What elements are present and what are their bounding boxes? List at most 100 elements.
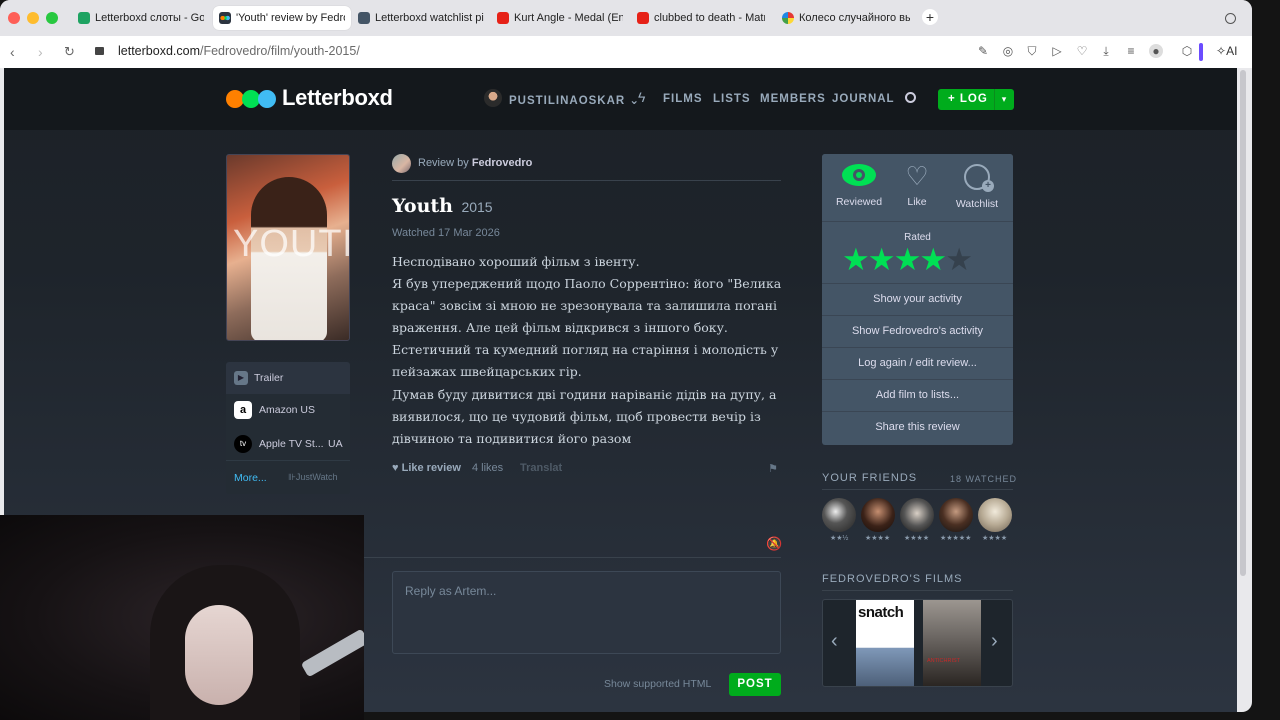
search-icon[interactable] (905, 92, 916, 103)
minimize-window-button[interactable] (27, 12, 39, 24)
amazon-icon: a (234, 401, 252, 419)
add-to-lists[interactable]: Add film to lists... (822, 379, 1013, 410)
address-bar: ‹ › ↻ letterboxd.com/Fedrovedro/film/you… (0, 36, 1252, 68)
heart-icon: ♡ (905, 161, 929, 191)
show-html-link[interactable]: Show supported HTML (604, 678, 711, 690)
film-poster-antichrist[interactable]: ANTICHRIST (923, 600, 981, 686)
review-actions: ♥ Like review 4 likes Translat ⚑ (392, 462, 781, 478)
forward-icon[interactable]: › (38, 44, 43, 60)
edit-icon[interactable]: ✎ (976, 44, 990, 58)
tab-clubbed-to-death[interactable]: clubbed to death - Matri (631, 6, 771, 30)
film-title[interactable]: Youth (392, 195, 453, 217)
new-tab-icon[interactable]: + (922, 9, 938, 25)
friend-avatar[interactable] (822, 498, 856, 532)
watchlist-action[interactable]: + Watchlist (946, 164, 1008, 210)
nav-lists[interactable]: LISTS (713, 93, 751, 105)
carousel-prev-icon[interactable]: ‹ (831, 630, 838, 653)
camera-icon[interactable]: ◎ (1001, 44, 1015, 58)
friend-avatar[interactable] (939, 498, 973, 532)
report-flag-icon[interactable]: ⚑ (768, 462, 778, 475)
rating-star[interactable]: ★ (894, 242, 922, 277)
show-your-activity[interactable]: Show your activity (822, 283, 1013, 314)
rating-stars[interactable]: ★★★★★ (842, 242, 973, 277)
film-poster-snatch[interactable]: snatch (856, 600, 914, 686)
justwatch-label: ⊪JustWatch (288, 472, 338, 482)
rating-block: Rated ★★★★★ (822, 221, 1013, 283)
url-field[interactable]: letterboxd.com/Fedrovedro/film/youth-201… (118, 44, 360, 58)
review-body: Несподівано хороший фільм з івенту. Я бу… (392, 251, 787, 450)
poster-title: YOUTH (233, 223, 349, 265)
log-button[interactable]: + LOG ▾ (938, 89, 1014, 110)
play-icon[interactable]: ▷ (1050, 44, 1064, 58)
rating-star[interactable]: ★ (868, 242, 896, 277)
friend-avatar[interactable] (900, 498, 934, 532)
close-window-button[interactable] (8, 12, 20, 24)
author-avatar[interactable] (392, 154, 411, 173)
mute-comments-icon[interactable]: 🔕 (766, 536, 782, 552)
reviewed-action[interactable]: Reviewed (830, 164, 888, 208)
review-paragraph: Думав буду дивитися дві години наріваніє… (392, 386, 777, 446)
back-icon[interactable]: ‹ (10, 44, 15, 60)
appletv-link[interactable]: tv Apple TV St... UA (226, 428, 350, 460)
friend-avatar[interactable] (978, 498, 1012, 532)
heart-icon[interactable]: ♡ (1075, 44, 1089, 58)
nav-journal[interactable]: JOURNAL (832, 93, 895, 105)
rating-star[interactable]: ★ (945, 242, 973, 277)
post-button[interactable]: POST (729, 673, 781, 696)
streamer-face (185, 605, 253, 705)
tab-letterboxd-slots[interactable]: Letterboxd слоты - Goog (72, 6, 210, 30)
reply-textarea[interactable]: Reply as Artem... (392, 571, 781, 654)
zoom-window-button[interactable] (46, 12, 58, 24)
youtube-icon (637, 12, 649, 24)
nav-members[interactable]: MEMBERS (760, 93, 826, 105)
user-menu[interactable]: PUSTILINAOSKAR ⌄ (509, 93, 640, 107)
film-poster[interactable]: YOUTH (226, 154, 350, 341)
profile-icon[interactable]: ● (1149, 44, 1163, 58)
friends-heading[interactable]: YOUR FRIENDS (822, 472, 917, 484)
friend-avatar[interactable] (861, 498, 895, 532)
page-scrollbar[interactable] (1240, 70, 1246, 576)
logo-text[interactable]: Letterboxd (282, 85, 393, 111)
letterboxd-icon (219, 12, 231, 24)
more-link[interactable]: More... (234, 472, 267, 484)
like-review-button[interactable]: ♥ Like review (392, 462, 461, 474)
log-dropdown-icon[interactable]: ▾ (994, 89, 1014, 110)
tab-youth-review[interactable]: 'Youth' review by Fedrov (213, 6, 351, 30)
like-action[interactable]: ♡ Like (892, 161, 942, 208)
translate-link[interactable]: Translat (520, 462, 562, 474)
tab-random-wheel[interactable]: Колесо случайного вы (776, 6, 916, 30)
nav-films[interactable]: FILMS (663, 93, 703, 105)
log-again-edit[interactable]: Log again / edit review... (822, 347, 1013, 378)
show-author-activity[interactable]: Show Fedrovedro's activity (822, 315, 1013, 346)
share-review[interactable]: Share this review (822, 411, 1013, 442)
rating-star[interactable]: ★ (919, 242, 947, 277)
menu-icon[interactable]: ≡ (1124, 44, 1138, 58)
rating-star[interactable]: ★ (842, 242, 870, 277)
watchlist-clock-icon: + (964, 164, 994, 192)
appletv-icon: tv (234, 435, 252, 453)
cube-icon[interactable]: ⬡ (1180, 44, 1194, 58)
download-icon[interactable]: ⤓ (1099, 44, 1113, 58)
reload-icon[interactable]: ↻ (64, 44, 75, 60)
amazon-link[interactable]: a Amazon US (226, 394, 350, 426)
friends-watched-count[interactable]: 18 WATCHED (950, 474, 1017, 484)
tab-bar: Letterboxd слоты - Goog 'Youth' review b… (0, 0, 1252, 36)
activity-icon[interactable]: ϟ (638, 89, 645, 105)
author-films-heading[interactable]: FEDROVEDRO'S FILMS (822, 573, 963, 585)
author-link[interactable]: Fedrovedro (472, 157, 533, 169)
user-avatar[interactable] (484, 89, 502, 107)
friend-rating: ★★★★ (865, 535, 891, 542)
tab-kurt-angle[interactable]: Kurt Angle - Medal (Entr (491, 6, 629, 30)
more-services-row: More... ⊪JustWatch (226, 460, 350, 494)
tab-watchlist-pick[interactable]: Letterboxd watchlist pic (352, 6, 490, 30)
review-paragraph: Я був упереджений щодо Паоло Соррентіно:… (392, 276, 782, 380)
film-year[interactable]: 2015 (461, 199, 492, 215)
likes-count[interactable]: 4 likes (472, 462, 503, 474)
ai-button[interactable]: ✧AI (1216, 44, 1237, 58)
search-tabs-icon[interactable] (1225, 13, 1236, 24)
shield-icon[interactable]: ⛉ (1025, 44, 1039, 58)
webcam-overlay (0, 515, 364, 720)
trailer-link[interactable]: ▶ Trailer (226, 362, 350, 394)
author-films-carousel: ‹ snatch ANTICHRIST › (822, 599, 1013, 687)
carousel-next-icon[interactable]: › (991, 630, 998, 653)
